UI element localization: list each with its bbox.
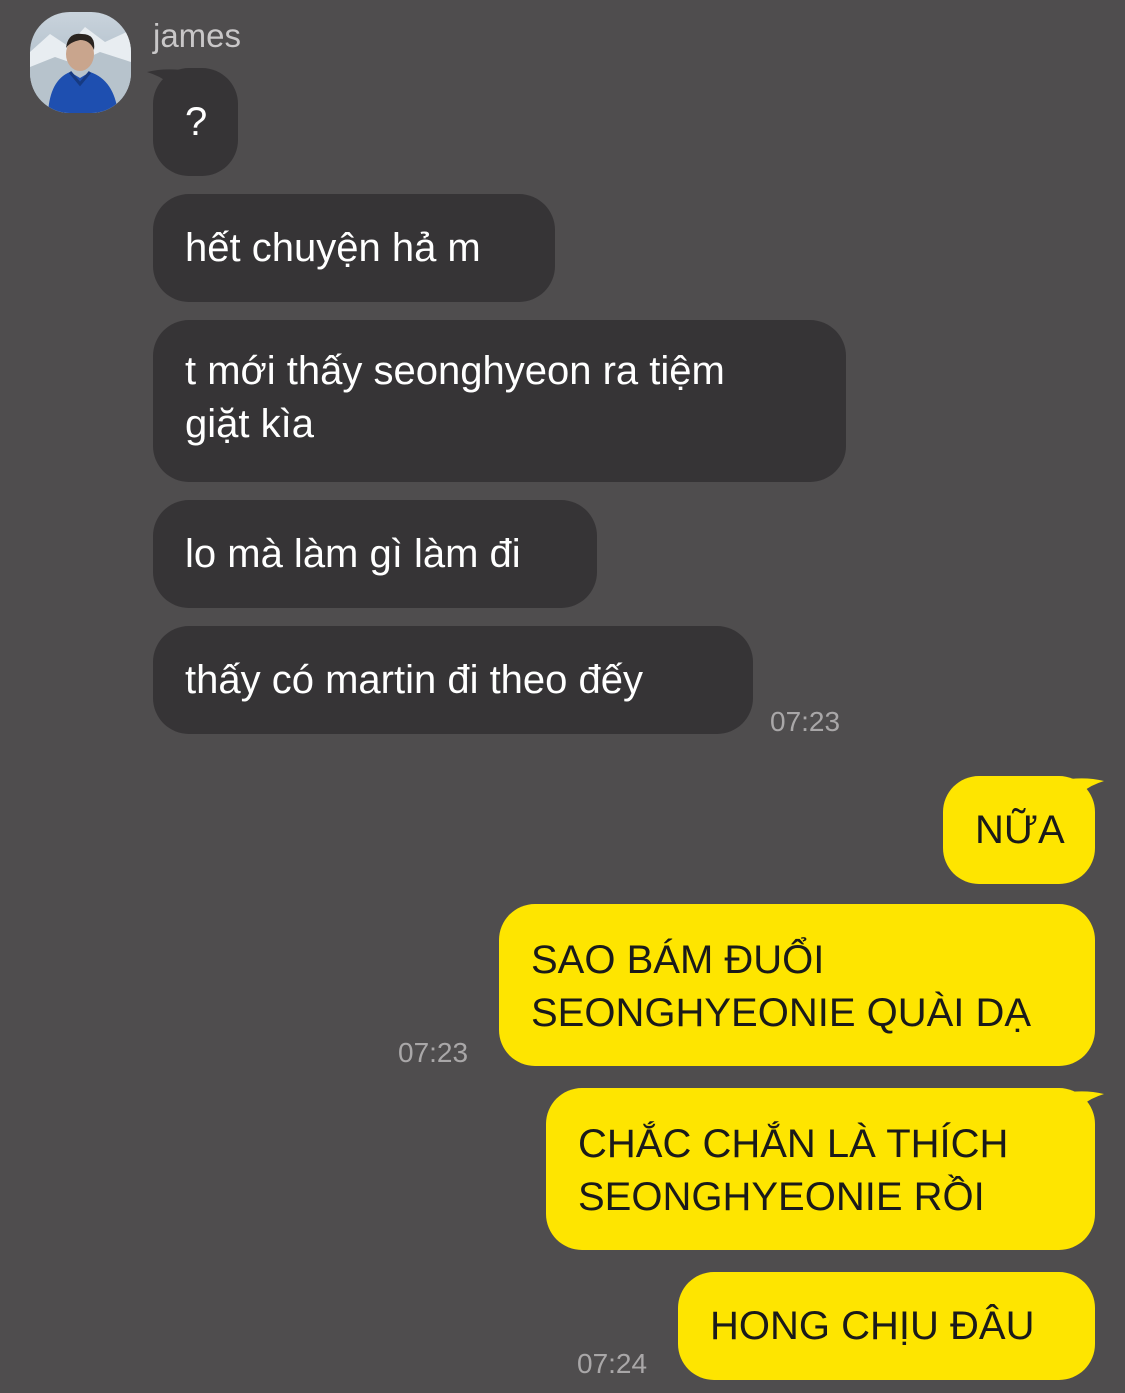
incoming-message[interactable]: ?	[153, 68, 238, 176]
outgoing-message[interactable]: HONG CHỊU ĐÂU	[678, 1272, 1095, 1380]
incoming-message[interactable]: thấy có martin đi theo đếy	[153, 626, 753, 734]
incoming-message[interactable]: lo mà làm gì làm đi	[153, 500, 597, 608]
incoming-message[interactable]: t mới thấy seonghyeon ra tiệm giặt kìa	[153, 320, 846, 482]
message-text-line: SAO BÁM ĐUỔI	[531, 938, 825, 982]
message-text: ?	[185, 100, 208, 144]
message-text-line: SEONGHYEONIE RỒI	[578, 1175, 985, 1219]
message-text-line: SEONGHYEONIE QUÀI DẠ	[531, 991, 1032, 1035]
message-text: thấy có martin đi theo đếy	[185, 658, 644, 702]
message-timestamp: 07:23	[770, 706, 841, 737]
profile-photo-icon	[30, 12, 131, 113]
message-timestamp: 07:24	[577, 1348, 648, 1379]
message-text-line: giặt kìa	[185, 402, 314, 446]
message-text-line: t mới thấy seonghyeon ra tiệm	[185, 349, 725, 393]
message-text: hết chuyện hả m	[185, 226, 481, 270]
message-text-line: CHẮC CHẮN LÀ THÍCH	[578, 1122, 1009, 1166]
incoming-message[interactable]: hết chuyện hả m	[153, 194, 555, 302]
message-text: HONG CHỊU ĐÂU	[710, 1304, 1035, 1348]
outgoing-message[interactable]: NỮA	[943, 776, 1095, 884]
message-timestamp: 07:23	[398, 1037, 469, 1068]
avatar[interactable]	[30, 12, 131, 113]
outgoing-message[interactable]: SAO BÁM ĐUỔI SEONGHYEONIE QUÀI DẠ	[499, 904, 1095, 1066]
message-text: NỮA	[975, 808, 1065, 852]
contact-name: james	[153, 17, 242, 54]
outgoing-message[interactable]: CHẮC CHẮN LÀ THÍCH SEONGHYEONIE RỒI	[546, 1088, 1095, 1250]
message-text: lo mà làm gì làm đi	[185, 532, 521, 576]
